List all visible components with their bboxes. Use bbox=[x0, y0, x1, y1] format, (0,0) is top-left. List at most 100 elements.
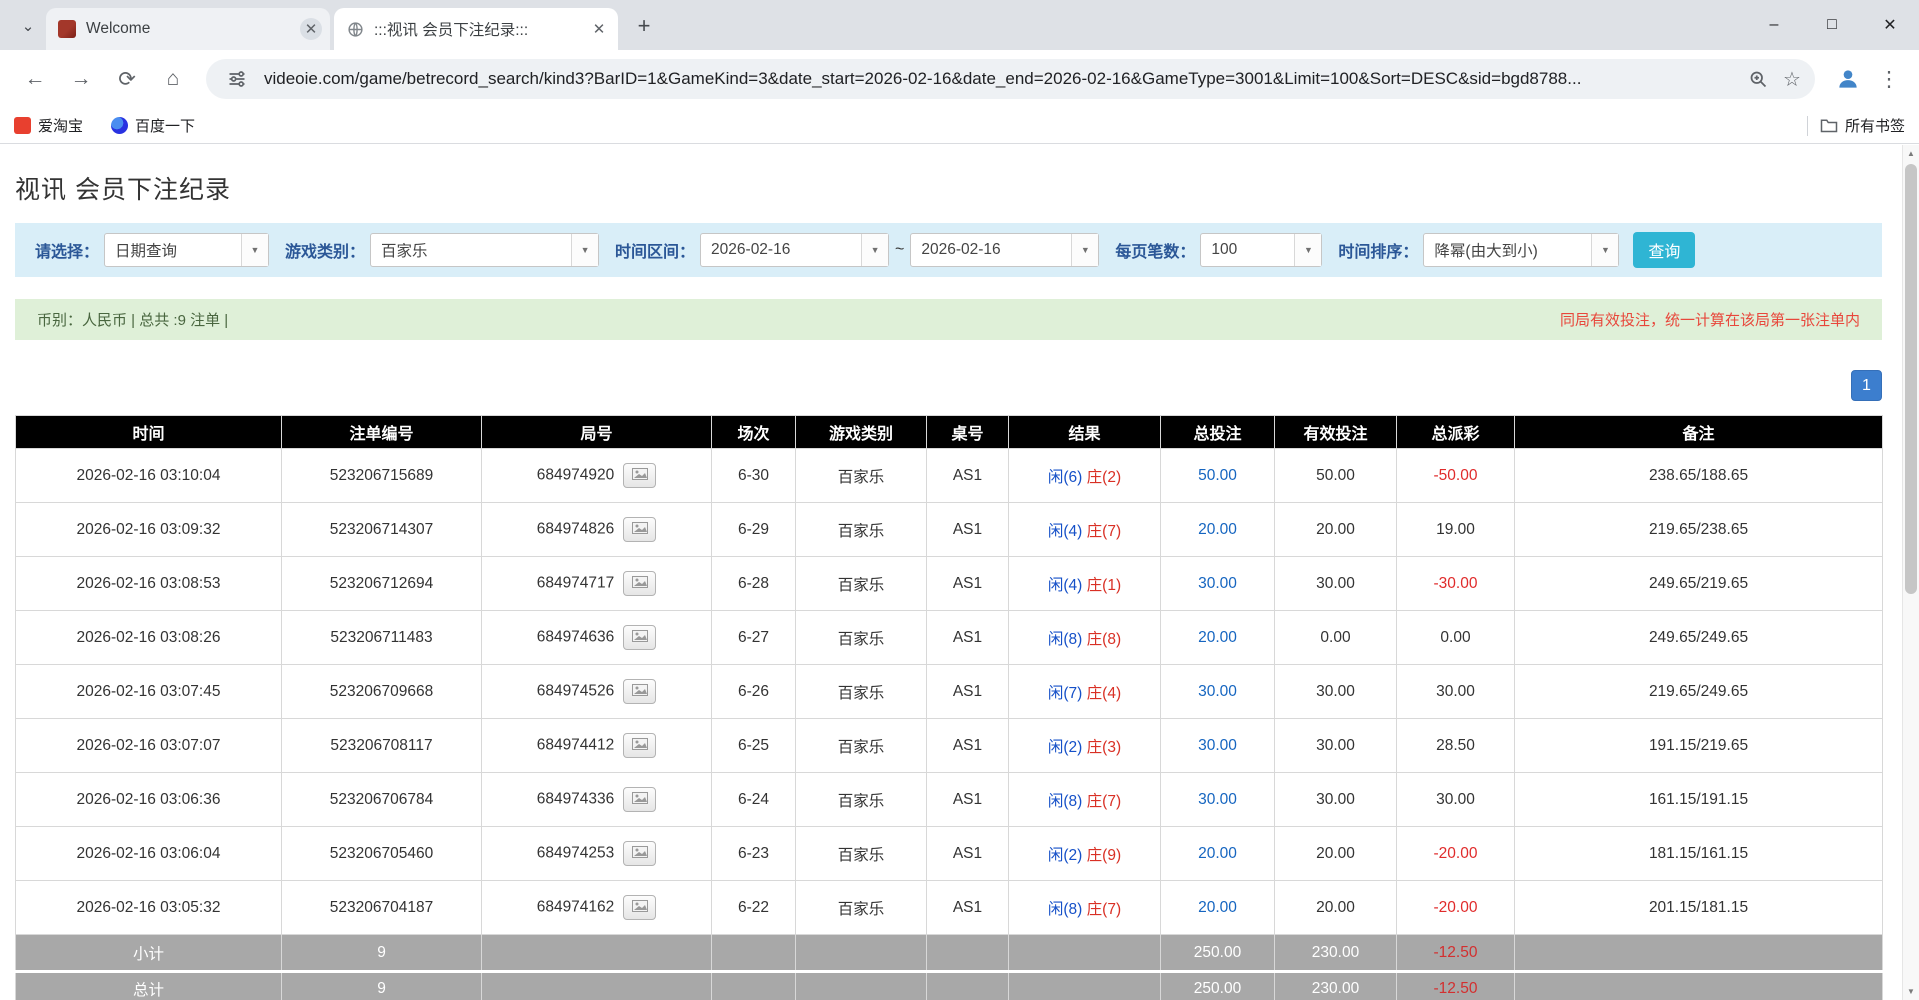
table-row: 2026-02-16 03:08:26523206711483684974636… bbox=[16, 611, 1883, 665]
video-replay-button[interactable] bbox=[623, 517, 656, 542]
video-replay-button[interactable] bbox=[623, 787, 656, 812]
chevron-down-icon[interactable]: ▼ bbox=[1294, 234, 1321, 266]
cell-session: 6-22 bbox=[712, 881, 796, 935]
cell-result: 闲(2) 庄(3) bbox=[1009, 719, 1161, 773]
forward-button[interactable]: → bbox=[61, 59, 101, 99]
browser-menu-icon[interactable]: ⋮ bbox=[1871, 67, 1907, 92]
search-button[interactable]: 查询 bbox=[1633, 232, 1695, 268]
player-result: 闲(7) bbox=[1048, 685, 1082, 702]
reload-button[interactable]: ⟳ bbox=[107, 59, 147, 99]
scroll-up-icon[interactable]: ▲ bbox=[1903, 145, 1919, 162]
home-button[interactable]: ⌂ bbox=[153, 59, 193, 99]
video-replay-button[interactable] bbox=[623, 679, 656, 704]
page-1-button[interactable]: 1 bbox=[1851, 370, 1882, 401]
column-header: 注单编号 bbox=[282, 416, 482, 449]
query-type-select[interactable]: 日期查询 ▼ bbox=[104, 233, 269, 267]
pagination: 1 bbox=[15, 370, 1882, 401]
cell-game-type: 百家乐 bbox=[796, 827, 927, 881]
date-start-value: 2026-02-16 bbox=[701, 234, 861, 266]
welcome-favicon bbox=[58, 20, 76, 38]
cell-time: 2026-02-16 03:08:26 bbox=[16, 611, 282, 665]
tab-close-icon[interactable]: ✕ bbox=[588, 18, 610, 40]
chevron-down-icon[interactable]: ▼ bbox=[571, 234, 598, 266]
video-replay-button[interactable] bbox=[623, 571, 656, 596]
column-header: 总投注 bbox=[1161, 416, 1275, 449]
game-type-label: 游戏类别： bbox=[285, 238, 365, 262]
video-icon bbox=[632, 845, 648, 863]
round-number: 684974162 bbox=[537, 899, 615, 916]
cell-valid-bet: 50.00 bbox=[1275, 449, 1397, 503]
tab-betrecord[interactable]: :::视讯 会员下注纪录::: ✕ bbox=[334, 8, 618, 50]
cell-total-bet: 20.00 bbox=[1161, 827, 1275, 881]
cell-session: 6-26 bbox=[712, 665, 796, 719]
profile-avatar[interactable] bbox=[1828, 59, 1868, 99]
navigation-bar: ← → ⟳ ⌂ videoie.com/game/betrecord_searc… bbox=[0, 50, 1919, 108]
cell-bet-id: 523206706784 bbox=[282, 773, 482, 827]
cell-game-type: 百家乐 bbox=[796, 503, 927, 557]
cell-game-type: 百家乐 bbox=[796, 881, 927, 935]
cell-session: 6-23 bbox=[712, 827, 796, 881]
new-tab-button[interactable]: + bbox=[627, 9, 661, 43]
folder-icon bbox=[1820, 118, 1838, 133]
player-result: 闲(6) bbox=[1048, 469, 1082, 486]
chevron-down-icon[interactable]: ▼ bbox=[861, 234, 888, 266]
chevron-down-icon[interactable]: ▼ bbox=[1591, 234, 1618, 266]
cell-payout: -20.00 bbox=[1397, 881, 1515, 935]
video-icon bbox=[632, 467, 648, 485]
banker-result: 庄(7) bbox=[1087, 793, 1121, 810]
video-replay-button[interactable] bbox=[623, 625, 656, 650]
chevron-down-icon[interactable]: ▼ bbox=[241, 234, 268, 266]
cell-payout: 0.00 bbox=[1397, 611, 1515, 665]
all-bookmarks-button[interactable]: 所有书签 bbox=[1820, 115, 1905, 136]
tab-title: Welcome bbox=[86, 20, 300, 38]
cell-table-id: AS1 bbox=[927, 719, 1009, 773]
cell-game-type: 百家乐 bbox=[796, 719, 927, 773]
zoom-icon[interactable] bbox=[1741, 62, 1775, 96]
cell-round: 684974526 bbox=[482, 665, 712, 719]
total-empty bbox=[712, 972, 796, 1000]
date-start-input[interactable]: 2026-02-16 ▼ bbox=[700, 233, 889, 267]
bookmark-star-icon[interactable]: ☆ bbox=[1775, 62, 1809, 96]
video-replay-button[interactable] bbox=[623, 733, 656, 758]
bookmark-aitaobao[interactable]: 爱淘宝 bbox=[14, 115, 83, 136]
video-replay-button[interactable] bbox=[623, 841, 656, 866]
bookmark-baidu[interactable]: 百度一下 bbox=[111, 115, 195, 136]
scroll-down-icon[interactable]: ▼ bbox=[1903, 983, 1919, 1000]
address-bar[interactable]: videoie.com/game/betrecord_search/kind3?… bbox=[206, 59, 1815, 99]
cell-note: 201.15/181.15 bbox=[1515, 881, 1883, 935]
round-number: 684974717 bbox=[537, 575, 615, 592]
date-end-input[interactable]: 2026-02-16 ▼ bbox=[910, 233, 1099, 267]
close-button[interactable]: ✕ bbox=[1861, 0, 1919, 50]
cell-table-id: AS1 bbox=[927, 773, 1009, 827]
video-replay-button[interactable] bbox=[623, 463, 656, 488]
chevron-down-icon[interactable]: ▼ bbox=[1071, 234, 1098, 266]
sort-select[interactable]: 降幂(由大到小) ▼ bbox=[1423, 233, 1619, 267]
tab-close-icon[interactable]: ✕ bbox=[300, 18, 322, 40]
player-result: 闲(4) bbox=[1048, 577, 1082, 594]
site-settings-icon[interactable] bbox=[220, 62, 254, 96]
video-replay-button[interactable] bbox=[623, 895, 656, 920]
back-button[interactable]: ← bbox=[15, 59, 55, 99]
chevron-down-icon: ⌄ bbox=[22, 17, 35, 35]
game-type-select[interactable]: 百家乐 ▼ bbox=[370, 233, 599, 267]
per-page-select[interactable]: 100 ▼ bbox=[1200, 233, 1322, 267]
notice-text: 同局有效投注，统一计算在该局第一张注单内 bbox=[1560, 309, 1860, 330]
column-header: 场次 bbox=[712, 416, 796, 449]
table-row: 2026-02-16 03:07:45523206709668684974526… bbox=[16, 665, 1883, 719]
page-scrollbar[interactable]: ▲ ▼ bbox=[1902, 145, 1919, 1000]
url-text[interactable]: videoie.com/game/betrecord_search/kind3?… bbox=[264, 69, 1741, 89]
cell-total-bet: 20.00 bbox=[1161, 503, 1275, 557]
minimize-button[interactable]: – bbox=[1745, 0, 1803, 50]
scrollbar-thumb[interactable] bbox=[1905, 164, 1917, 594]
cell-round: 684974717 bbox=[482, 557, 712, 611]
cell-valid-bet: 20.00 bbox=[1275, 827, 1397, 881]
cell-result: 闲(2) 庄(9) bbox=[1009, 827, 1161, 881]
maximize-button[interactable]: □ bbox=[1803, 0, 1861, 50]
subtotal-empty bbox=[712, 935, 796, 972]
date-range-label: 时间区间： bbox=[615, 238, 695, 262]
cell-time: 2026-02-16 03:05:32 bbox=[16, 881, 282, 935]
video-icon bbox=[632, 791, 648, 809]
tab-welcome[interactable]: Welcome ✕ bbox=[46, 8, 330, 50]
total-empty bbox=[482, 972, 712, 1000]
tab-search-button[interactable]: ⌄ bbox=[12, 9, 44, 43]
